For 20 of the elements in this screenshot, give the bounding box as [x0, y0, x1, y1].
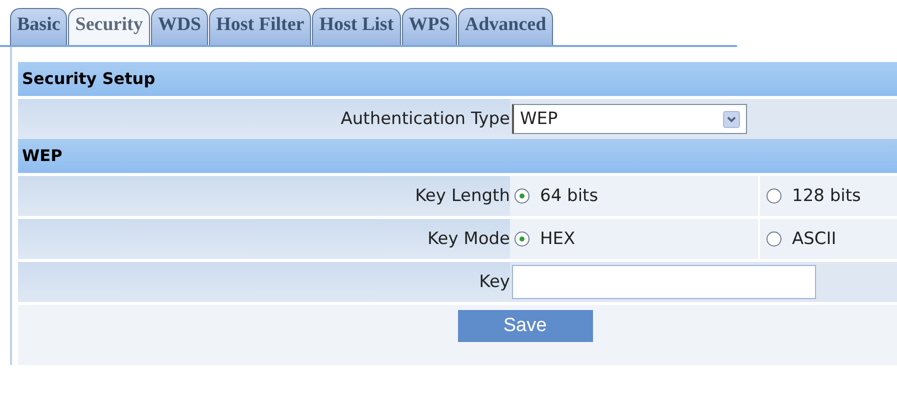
tab[interactable]: Advanced — [458, 8, 554, 45]
key-input-field[interactable] — [512, 265, 816, 299]
radio-label: 128 bits — [792, 186, 861, 206]
tab[interactable]: Host List — [312, 8, 401, 45]
section-header: WEP — [18, 139, 897, 173]
radio-button[interactable] — [514, 188, 530, 204]
radio-label: ASCII — [792, 229, 836, 249]
tab[interactable]: Host Filter — [209, 8, 312, 45]
tab[interactable]: WPS — [402, 8, 457, 45]
tab[interactable]: WDS — [150, 8, 208, 45]
radio-button[interactable] — [514, 231, 530, 247]
radio-button[interactable] — [766, 188, 782, 204]
tab[interactable]: Security — [68, 8, 150, 45]
authentication-type-select[interactable]: WEP — [512, 104, 747, 134]
tab[interactable]: Basic — [10, 8, 68, 45]
radio-label: HEX — [540, 229, 576, 249]
save-button[interactable]: Save — [458, 310, 592, 342]
radio-label: 64 bits — [540, 186, 598, 206]
radio-button[interactable] — [766, 231, 782, 247]
section-header: Security Setup — [18, 62, 897, 96]
